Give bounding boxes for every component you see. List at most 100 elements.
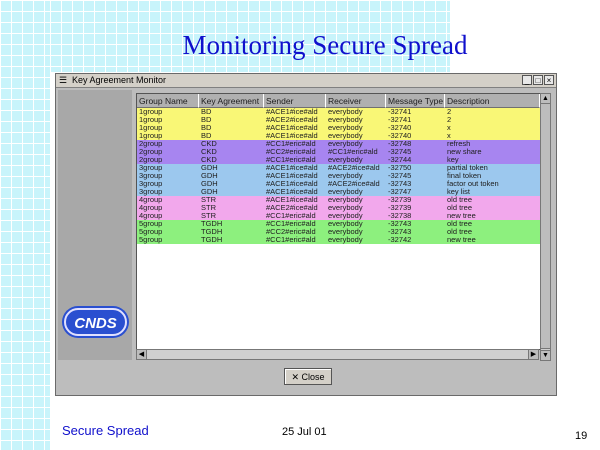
group-name-cell: 5group <box>139 220 163 228</box>
footer-date: 25 Jul 01 <box>282 426 327 438</box>
receiver-cell: everybody <box>328 108 363 116</box>
table-row[interactable]: 3group GDH #ACE1#ice#ald #ACE2#ice#ald -3274… <box>137 180 540 188</box>
sender-cell: #CC1#eric#ald <box>266 220 316 228</box>
receiver-cell: everybody <box>328 140 363 148</box>
vertical-scrollbar[interactable]: ▲ ▼ <box>540 93 551 361</box>
group-name-cell: 4group <box>139 196 163 204</box>
description-cell: old tree <box>447 220 473 228</box>
column-header-sender[interactable]: Sender <box>264 94 326 108</box>
key-agreement-cell: GDH <box>201 164 218 172</box>
table-row[interactable]: 1group BD #ACE1#ice#ald everybody -32740 x <box>137 132 540 140</box>
table-body: 1group BD #ACE1#ice#ald everybody -32741 2 1gr… <box>137 108 540 244</box>
description-cell: final token <box>447 172 482 180</box>
table-row[interactable]: 5group TGDH #CC1#eric#ald everybody -32742 ne… <box>137 236 540 244</box>
sender-cell: #CC1#eric#ald <box>266 236 316 244</box>
table-row[interactable]: 2group CKD #CC1#eric#ald everybody -32744 key <box>137 156 540 164</box>
sender-cell: #ACE1#ice#ald <box>266 188 318 196</box>
description-cell: old tree <box>447 196 473 204</box>
close-icon[interactable]: × <box>544 75 554 85</box>
key-agreement-cell: GDH <box>201 172 218 180</box>
message-type-cell: -32738 <box>388 212 412 220</box>
message-type-cell: -32750 <box>388 164 412 172</box>
table-row[interactable]: 1group BD #ACE2#ice#ald everybody -32741 2 <box>137 116 540 124</box>
table-row[interactable]: 4group STR #ACE2#ice#ald everybody -32739 old… <box>137 204 540 212</box>
sender-cell: #ACE1#ice#ald <box>266 132 318 140</box>
group-name-cell: 4group <box>139 212 163 220</box>
sender-cell: #ACE1#ice#ald <box>266 108 318 116</box>
table-row[interactable]: 2group CKD #CC2#eric#ald #CC1#eric#ald -3274… <box>137 148 540 156</box>
table-row[interactable]: 3group GDH #ACE1#ice#ald everybody -32745 fin… <box>137 172 540 180</box>
key-agreement-cell: BD <box>201 108 212 116</box>
message-type-cell: -32745 <box>388 148 412 156</box>
group-name-cell: 2group <box>139 156 163 164</box>
message-type-cell: -32739 <box>388 204 412 212</box>
receiver-cell: everybody <box>328 228 363 236</box>
table-row[interactable]: 3group GDH #ACE1#ice#ald everybody -32747 key… <box>137 188 540 196</box>
scroll-up-icon[interactable]: ▲ <box>541 94 550 104</box>
key-agreement-cell: TGDH <box>201 236 223 244</box>
key-agreement-cell: STR <box>201 204 216 212</box>
key-agreement-cell: STR <box>201 196 216 204</box>
table-row[interactable]: 4group STR #ACE1#ice#ald everybody -32739 old… <box>137 196 540 204</box>
sender-cell: #CC1#eric#ald <box>266 156 316 164</box>
description-cell: key list <box>447 188 470 196</box>
table-row[interactable]: 3group GDH #ACE1#ice#ald #ACE2#ice#ald -3275… <box>137 164 540 172</box>
window-menu-icon[interactable]: ☰ <box>58 75 68 85</box>
message-type-cell: -32744 <box>388 156 412 164</box>
sender-cell: #CC1#eric#ald <box>266 212 316 220</box>
message-type-cell: -32742 <box>388 236 412 244</box>
description-cell: partial token <box>447 164 488 172</box>
table-row[interactable]: 2group CKD #CC1#eric#ald everybody -32748 ref… <box>137 140 540 148</box>
sender-cell: #CC2#eric#ald <box>266 228 316 236</box>
group-name-cell: 1group <box>139 124 163 132</box>
grid-background-left <box>0 0 50 450</box>
column-header-message-type[interactable]: Message Type <box>386 94 445 108</box>
close-button[interactable]: ✕ Close <box>284 368 332 385</box>
message-type-cell: -32740 <box>388 132 412 140</box>
column-header-key-agreement[interactable]: Key Agreement <box>199 94 264 108</box>
sender-cell: #ACE1#ice#ald <box>266 196 318 204</box>
scroll-right-icon[interactable]: ▶ <box>528 350 538 359</box>
minimize-icon[interactable]: _ <box>522 75 532 85</box>
group-name-cell: 1group <box>139 132 163 140</box>
receiver-cell: #ACE2#ice#ald <box>328 180 380 188</box>
receiver-cell: everybody <box>328 132 363 140</box>
group-name-cell: 1group <box>139 108 163 116</box>
key-agreement-cell: CKD <box>201 156 217 164</box>
table-row[interactable]: 1group BD #ACE1#ice#ald everybody -32741 2 <box>137 108 540 116</box>
left-panel: CNDS <box>58 90 132 360</box>
description-cell: 2 <box>447 108 452 116</box>
message-type-cell: -32745 <box>388 172 412 180</box>
group-name-cell: 3group <box>139 188 163 196</box>
table-row[interactable]: 5group TGDH #CC2#eric#ald everybody -32743 ol… <box>137 228 540 236</box>
description-cell: new share <box>447 148 482 156</box>
description-cell: old tree <box>447 204 473 212</box>
page-number: 19 <box>575 430 588 442</box>
key-agreement-cell: BD <box>201 132 212 140</box>
message-type-cell: -32740 <box>388 124 412 132</box>
group-name-cell: 4group <box>139 204 163 212</box>
scroll-down-icon[interactable]: ▼ <box>541 350 550 360</box>
column-header-receiver[interactable]: Receiver <box>326 94 386 108</box>
receiver-cell: everybody <box>328 204 363 212</box>
receiver-cell: everybody <box>328 196 363 204</box>
receiver-cell: everybody <box>328 172 363 180</box>
receiver-cell: #ACE2#ice#ald <box>328 164 380 172</box>
message-table[interactable]: Group Name Key Agreement Sender Receiver… <box>136 93 541 350</box>
key-agreement-cell: STR <box>201 212 216 220</box>
receiver-cell: everybody <box>328 188 363 196</box>
table-row[interactable]: 1group BD #ACE1#ice#ald everybody -32740 x <box>137 124 540 132</box>
receiver-cell: everybody <box>328 124 363 132</box>
column-header-group-name[interactable]: Group Name <box>137 94 199 108</box>
scroll-left-icon[interactable]: ◀ <box>137 350 147 359</box>
table-row[interactable]: 4group STR #CC1#eric#ald everybody -32738 new… <box>137 212 540 220</box>
maximize-icon[interactable]: □ <box>533 75 543 85</box>
description-cell: new tree <box>447 236 476 244</box>
key-agreement-monitor-window: ☰ Key Agreement Monitor _ □ × CNDS Group… <box>55 73 557 396</box>
vertical-scroll-thumb[interactable] <box>541 104 550 349</box>
description-cell: x <box>447 124 451 132</box>
table-row[interactable]: 5group TGDH #CC1#eric#ald everybody -32743 ol… <box>137 220 540 228</box>
horizontal-scrollbar[interactable]: ◀ ▶ <box>136 349 539 360</box>
column-header-description[interactable]: Description <box>445 94 540 108</box>
message-type-cell: -32741 <box>388 116 412 124</box>
